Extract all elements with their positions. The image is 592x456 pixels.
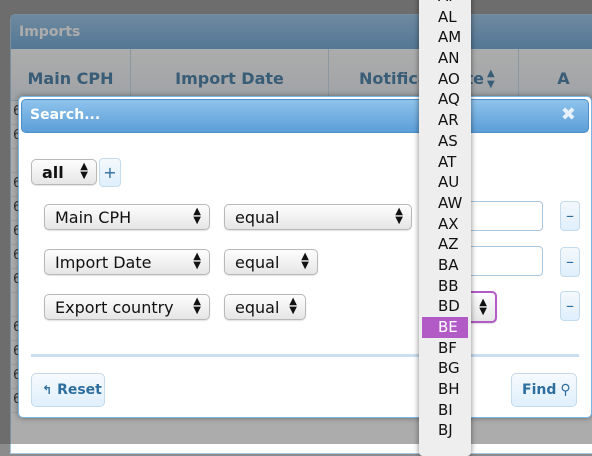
rule-3-remove-button[interactable]: – — [560, 291, 580, 321]
rule-2-field-value: Import Date — [55, 253, 152, 272]
rule-3-operator-select[interactable]: equal ▲ ▼ — [224, 294, 306, 320]
dropdown-option[interactable]: AZ — [419, 234, 471, 255]
dropdown-option[interactable]: AU — [419, 172, 471, 193]
dropdown-option[interactable]: BJ — [419, 420, 471, 441]
rule-1-remove-button[interactable]: – — [560, 201, 580, 231]
dropdown-option[interactable]: AM — [419, 27, 471, 48]
rule-2-remove-button[interactable]: – — [560, 247, 580, 277]
dropdown-option[interactable]: AL — [419, 7, 471, 28]
select-arrows-icon: ▲ ▼ — [193, 206, 201, 226]
dialog-divider — [31, 354, 579, 357]
country-dropdown-list[interactable]: AIALAMANAOAQARASATAUAWAXAZBABBBDBEBFBGBH… — [419, 0, 471, 456]
select-arrows-icon: ▲ ▼ — [395, 206, 403, 226]
dropdown-option[interactable]: BF — [419, 338, 471, 359]
dialog-titlebar[interactable]: Search... ✖ — [21, 99, 589, 133]
dropdown-option[interactable]: AT — [419, 152, 471, 173]
close-icon[interactable]: ✖ — [561, 104, 576, 125]
add-rule-button[interactable]: + — [99, 158, 121, 187]
dropdown-option[interactable]: BD — [419, 296, 471, 317]
rule-3-operator-value: equal — [235, 298, 280, 317]
rule-2-operator-value: equal — [235, 253, 280, 272]
reset-icon: ↰ — [42, 383, 53, 397]
select-arrows-icon: ▲ ▼ — [479, 297, 487, 317]
rule-1-field-select[interactable]: Main CPH ▲ ▼ — [44, 204, 210, 230]
find-button[interactable]: Find ⚲ — [511, 373, 577, 407]
select-arrows-icon: ▲ ▼ — [289, 296, 297, 316]
find-label: Find — [522, 382, 557, 398]
dropdown-option[interactable]: BG — [419, 358, 471, 379]
dropdown-option[interactable]: BE — [422, 317, 468, 338]
rule-3-field-value: Export country — [55, 298, 174, 317]
dropdown-option[interactable]: BA — [419, 255, 471, 276]
select-arrows-icon: ▲ ▼ — [301, 251, 309, 271]
select-arrows-icon: ▲ ▼ — [193, 296, 201, 316]
dropdown-option[interactable]: BB — [419, 276, 471, 297]
dropdown-option[interactable]: AR — [419, 110, 471, 131]
dropdown-option[interactable]: AI — [419, 0, 471, 7]
dropdown-option[interactable]: AW — [419, 193, 471, 214]
dropdown-option[interactable]: AX — [419, 214, 471, 235]
rule-2-value-input[interactable] — [459, 246, 543, 276]
rule-2-operator-select[interactable]: equal ▲ ▼ — [224, 249, 318, 275]
rule-1-operator-value: equal — [235, 208, 280, 227]
rule-1-field-value: Main CPH — [55, 208, 132, 227]
reset-button[interactable]: ↰ Reset — [31, 373, 105, 407]
dropdown-option[interactable]: AS — [419, 131, 471, 152]
reset-label: Reset — [57, 382, 102, 398]
search-icon: ⚲ — [560, 382, 571, 398]
rule-1-value-input[interactable] — [459, 201, 543, 231]
dropdown-option[interactable]: BI — [419, 400, 471, 421]
group-operator-select[interactable]: all ▲ ▼ — [31, 159, 97, 185]
dropdown-option[interactable]: BH — [419, 379, 471, 400]
dropdown-option[interactable]: AO — [419, 69, 471, 90]
rule-3-field-select[interactable]: Export country ▲ ▼ — [44, 294, 210, 320]
dropdown-option[interactable]: AQ — [419, 89, 471, 110]
dialog-title: Search... — [30, 107, 101, 123]
rule-2-field-select[interactable]: Import Date ▲ ▼ — [44, 249, 210, 275]
select-arrows-icon: ▲ ▼ — [80, 161, 88, 181]
dropdown-option[interactable]: AN — [419, 48, 471, 69]
group-operator-value: all — [42, 163, 64, 182]
select-arrows-icon: ▲ ▼ — [193, 251, 201, 271]
search-dialog: Search... ✖ all ▲ ▼ + Main CPH ▲ ▼ equal ▲… — [18, 96, 592, 418]
rule-1-operator-select[interactable]: equal ▲ ▼ — [224, 204, 412, 230]
